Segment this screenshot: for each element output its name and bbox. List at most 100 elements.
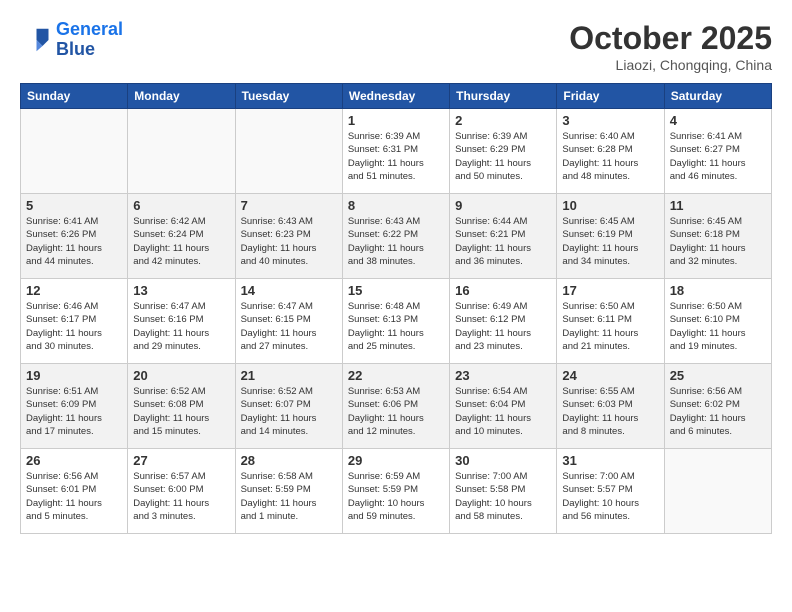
calendar-week-row: 5 Sunrise: 6:41 AM Sunset: 6:26 PM Daylig… <box>21 194 772 279</box>
day-info: Sunrise: 6:41 AM Sunset: 6:26 PM Dayligh… <box>26 215 122 268</box>
day-info: Sunrise: 6:53 AM Sunset: 6:06 PM Dayligh… <box>348 385 444 438</box>
calendar-week-row: 1 Sunrise: 6:39 AM Sunset: 6:31 PM Daylig… <box>21 109 772 194</box>
day-info: Sunrise: 6:42 AM Sunset: 6:24 PM Dayligh… <box>133 215 229 268</box>
day-number: 18 <box>670 283 766 298</box>
day-info: Sunrise: 6:43 AM Sunset: 6:22 PM Dayligh… <box>348 215 444 268</box>
day-number: 20 <box>133 368 229 383</box>
calendar-cell: 2 Sunrise: 6:39 AM Sunset: 6:29 PM Daylig… <box>450 109 557 194</box>
day-info: Sunrise: 6:45 AM Sunset: 6:18 PM Dayligh… <box>670 215 766 268</box>
day-info: Sunrise: 6:39 AM Sunset: 6:29 PM Dayligh… <box>455 130 551 183</box>
logo-text: General Blue <box>56 20 123 60</box>
calendar-cell: 26 Sunrise: 6:56 AM Sunset: 6:01 PM Dayli… <box>21 449 128 534</box>
day-number: 6 <box>133 198 229 213</box>
day-number: 2 <box>455 113 551 128</box>
day-info: Sunrise: 6:55 AM Sunset: 6:03 PM Dayligh… <box>562 385 658 438</box>
calendar-table: SundayMondayTuesdayWednesdayThursdayFrid… <box>20 83 772 534</box>
day-info: Sunrise: 6:49 AM Sunset: 6:12 PM Dayligh… <box>455 300 551 353</box>
day-number: 23 <box>455 368 551 383</box>
day-info: Sunrise: 6:45 AM Sunset: 6:19 PM Dayligh… <box>562 215 658 268</box>
day-number: 8 <box>348 198 444 213</box>
calendar-cell: 19Sunrise: 6:51 AM Sunset: 6:09 PM Dayli… <box>21 364 128 449</box>
calendar-cell <box>664 449 771 534</box>
weekday-header: Wednesday <box>342 84 449 109</box>
calendar-cell: 4Sunrise: 6:41 AM Sunset: 6:27 PM Daylig… <box>664 109 771 194</box>
day-number: 1 <box>348 113 444 128</box>
day-number: 13 <box>133 283 229 298</box>
day-info: Sunrise: 6:50 AM Sunset: 6:10 PM Dayligh… <box>670 300 766 353</box>
day-info: Sunrise: 6:44 AM Sunset: 6:21 PM Dayligh… <box>455 215 551 268</box>
calendar-cell: 29Sunrise: 6:59 AM Sunset: 5:59 PM Dayli… <box>342 449 449 534</box>
day-number: 28 <box>241 453 337 468</box>
calendar-week-row: 26 Sunrise: 6:56 AM Sunset: 6:01 PM Dayli… <box>21 449 772 534</box>
day-number: 14 <box>241 283 337 298</box>
weekday-header: Monday <box>128 84 235 109</box>
day-info: Sunrise: 6:59 AM Sunset: 5:59 PM Dayligh… <box>348 470 444 523</box>
day-info: Sunrise: 7:00 AM Sunset: 5:57 PM Dayligh… <box>562 470 658 523</box>
day-info: Sunrise: 6:47 AM Sunset: 6:15 PM Dayligh… <box>241 300 337 353</box>
calendar-cell: 15 Sunrise: 6:48 AM Sunset: 6:13 PM Dayli… <box>342 279 449 364</box>
day-number: 22 <box>348 368 444 383</box>
calendar-cell: 17Sunrise: 6:50 AM Sunset: 6:11 PM Dayli… <box>557 279 664 364</box>
day-info: Sunrise: 6:52 AM Sunset: 6:08 PM Dayligh… <box>133 385 229 438</box>
day-info: Sunrise: 6:54 AM Sunset: 6:04 PM Dayligh… <box>455 385 551 438</box>
day-info: Sunrise: 6:40 AM Sunset: 6:28 PM Dayligh… <box>562 130 658 183</box>
day-number: 19 <box>26 368 122 383</box>
weekday-header-row: SundayMondayTuesdayWednesdayThursdayFrid… <box>21 84 772 109</box>
day-number: 26 <box>26 453 122 468</box>
calendar-cell: 10 Sunrise: 6:45 AM Sunset: 6:19 PM Dayli… <box>557 194 664 279</box>
day-number: 27 <box>133 453 229 468</box>
day-number: 31 <box>562 453 658 468</box>
month-title: October 2025 <box>569 20 772 57</box>
weekday-header: Friday <box>557 84 664 109</box>
page-header: General Blue October 2025 Liaozi, Chongq… <box>20 20 772 73</box>
day-number: 15 <box>348 283 444 298</box>
day-number: 25 <box>670 368 766 383</box>
calendar-cell <box>235 109 342 194</box>
calendar-cell: 14 Sunrise: 6:47 AM Sunset: 6:15 PM Dayli… <box>235 279 342 364</box>
calendar-cell: 7 Sunrise: 6:43 AM Sunset: 6:23 PM Daylig… <box>235 194 342 279</box>
calendar-cell <box>21 109 128 194</box>
day-number: 21 <box>241 368 337 383</box>
day-info: Sunrise: 6:52 AM Sunset: 6:07 PM Dayligh… <box>241 385 337 438</box>
calendar-cell: 11 Sunrise: 6:45 AM Sunset: 6:18 PM Dayli… <box>664 194 771 279</box>
day-info: Sunrise: 6:41 AM Sunset: 6:27 PM Dayligh… <box>670 130 766 183</box>
day-info: Sunrise: 6:39 AM Sunset: 6:31 PM Dayligh… <box>348 130 444 183</box>
calendar-cell: 21 Sunrise: 6:52 AM Sunset: 6:07 PM Dayli… <box>235 364 342 449</box>
weekday-header: Sunday <box>21 84 128 109</box>
day-number: 5 <box>26 198 122 213</box>
day-info: Sunrise: 6:47 AM Sunset: 6:16 PM Dayligh… <box>133 300 229 353</box>
calendar-cell: 27Sunrise: 6:57 AM Sunset: 6:00 PM Dayli… <box>128 449 235 534</box>
logo: General Blue <box>20 20 123 60</box>
calendar-cell: 8 Sunrise: 6:43 AM Sunset: 6:22 PM Daylig… <box>342 194 449 279</box>
day-number: 12 <box>26 283 122 298</box>
day-number: 9 <box>455 198 551 213</box>
calendar-cell: 13 Sunrise: 6:47 AM Sunset: 6:16 PM Dayli… <box>128 279 235 364</box>
day-info: Sunrise: 6:43 AM Sunset: 6:23 PM Dayligh… <box>241 215 337 268</box>
calendar-week-row: 12Sunrise: 6:46 AM Sunset: 6:17 PM Dayli… <box>21 279 772 364</box>
calendar-cell: 23 Sunrise: 6:54 AM Sunset: 6:04 PM Dayli… <box>450 364 557 449</box>
calendar-cell <box>128 109 235 194</box>
day-number: 7 <box>241 198 337 213</box>
logo-icon <box>20 25 50 55</box>
day-info: Sunrise: 6:48 AM Sunset: 6:13 PM Dayligh… <box>348 300 444 353</box>
day-info: Sunrise: 6:56 AM Sunset: 6:02 PM Dayligh… <box>670 385 766 438</box>
day-info: Sunrise: 7:00 AM Sunset: 5:58 PM Dayligh… <box>455 470 551 523</box>
day-number: 17 <box>562 283 658 298</box>
calendar-cell: 1 Sunrise: 6:39 AM Sunset: 6:31 PM Daylig… <box>342 109 449 194</box>
weekday-header: Tuesday <box>235 84 342 109</box>
location-subtitle: Liaozi, Chongqing, China <box>569 57 772 73</box>
calendar-cell: 30Sunrise: 7:00 AM Sunset: 5:58 PM Dayli… <box>450 449 557 534</box>
calendar-cell: 9 Sunrise: 6:44 AM Sunset: 6:21 PM Daylig… <box>450 194 557 279</box>
calendar-cell: 6 Sunrise: 6:42 AM Sunset: 6:24 PM Daylig… <box>128 194 235 279</box>
calendar-cell: 20 Sunrise: 6:52 AM Sunset: 6:08 PM Dayli… <box>128 364 235 449</box>
day-info: Sunrise: 6:56 AM Sunset: 6:01 PM Dayligh… <box>26 470 122 523</box>
calendar-cell: 22 Sunrise: 6:53 AM Sunset: 6:06 PM Dayli… <box>342 364 449 449</box>
day-number: 10 <box>562 198 658 213</box>
calendar-cell: 24Sunrise: 6:55 AM Sunset: 6:03 PM Dayli… <box>557 364 664 449</box>
day-number: 16 <box>455 283 551 298</box>
day-number: 11 <box>670 198 766 213</box>
day-info: Sunrise: 6:58 AM Sunset: 5:59 PM Dayligh… <box>241 470 337 523</box>
calendar-cell: 31 Sunrise: 7:00 AM Sunset: 5:57 PM Dayli… <box>557 449 664 534</box>
title-block: October 2025 Liaozi, Chongqing, China <box>569 20 772 73</box>
calendar-cell: 18 Sunrise: 6:50 AM Sunset: 6:10 PM Dayli… <box>664 279 771 364</box>
